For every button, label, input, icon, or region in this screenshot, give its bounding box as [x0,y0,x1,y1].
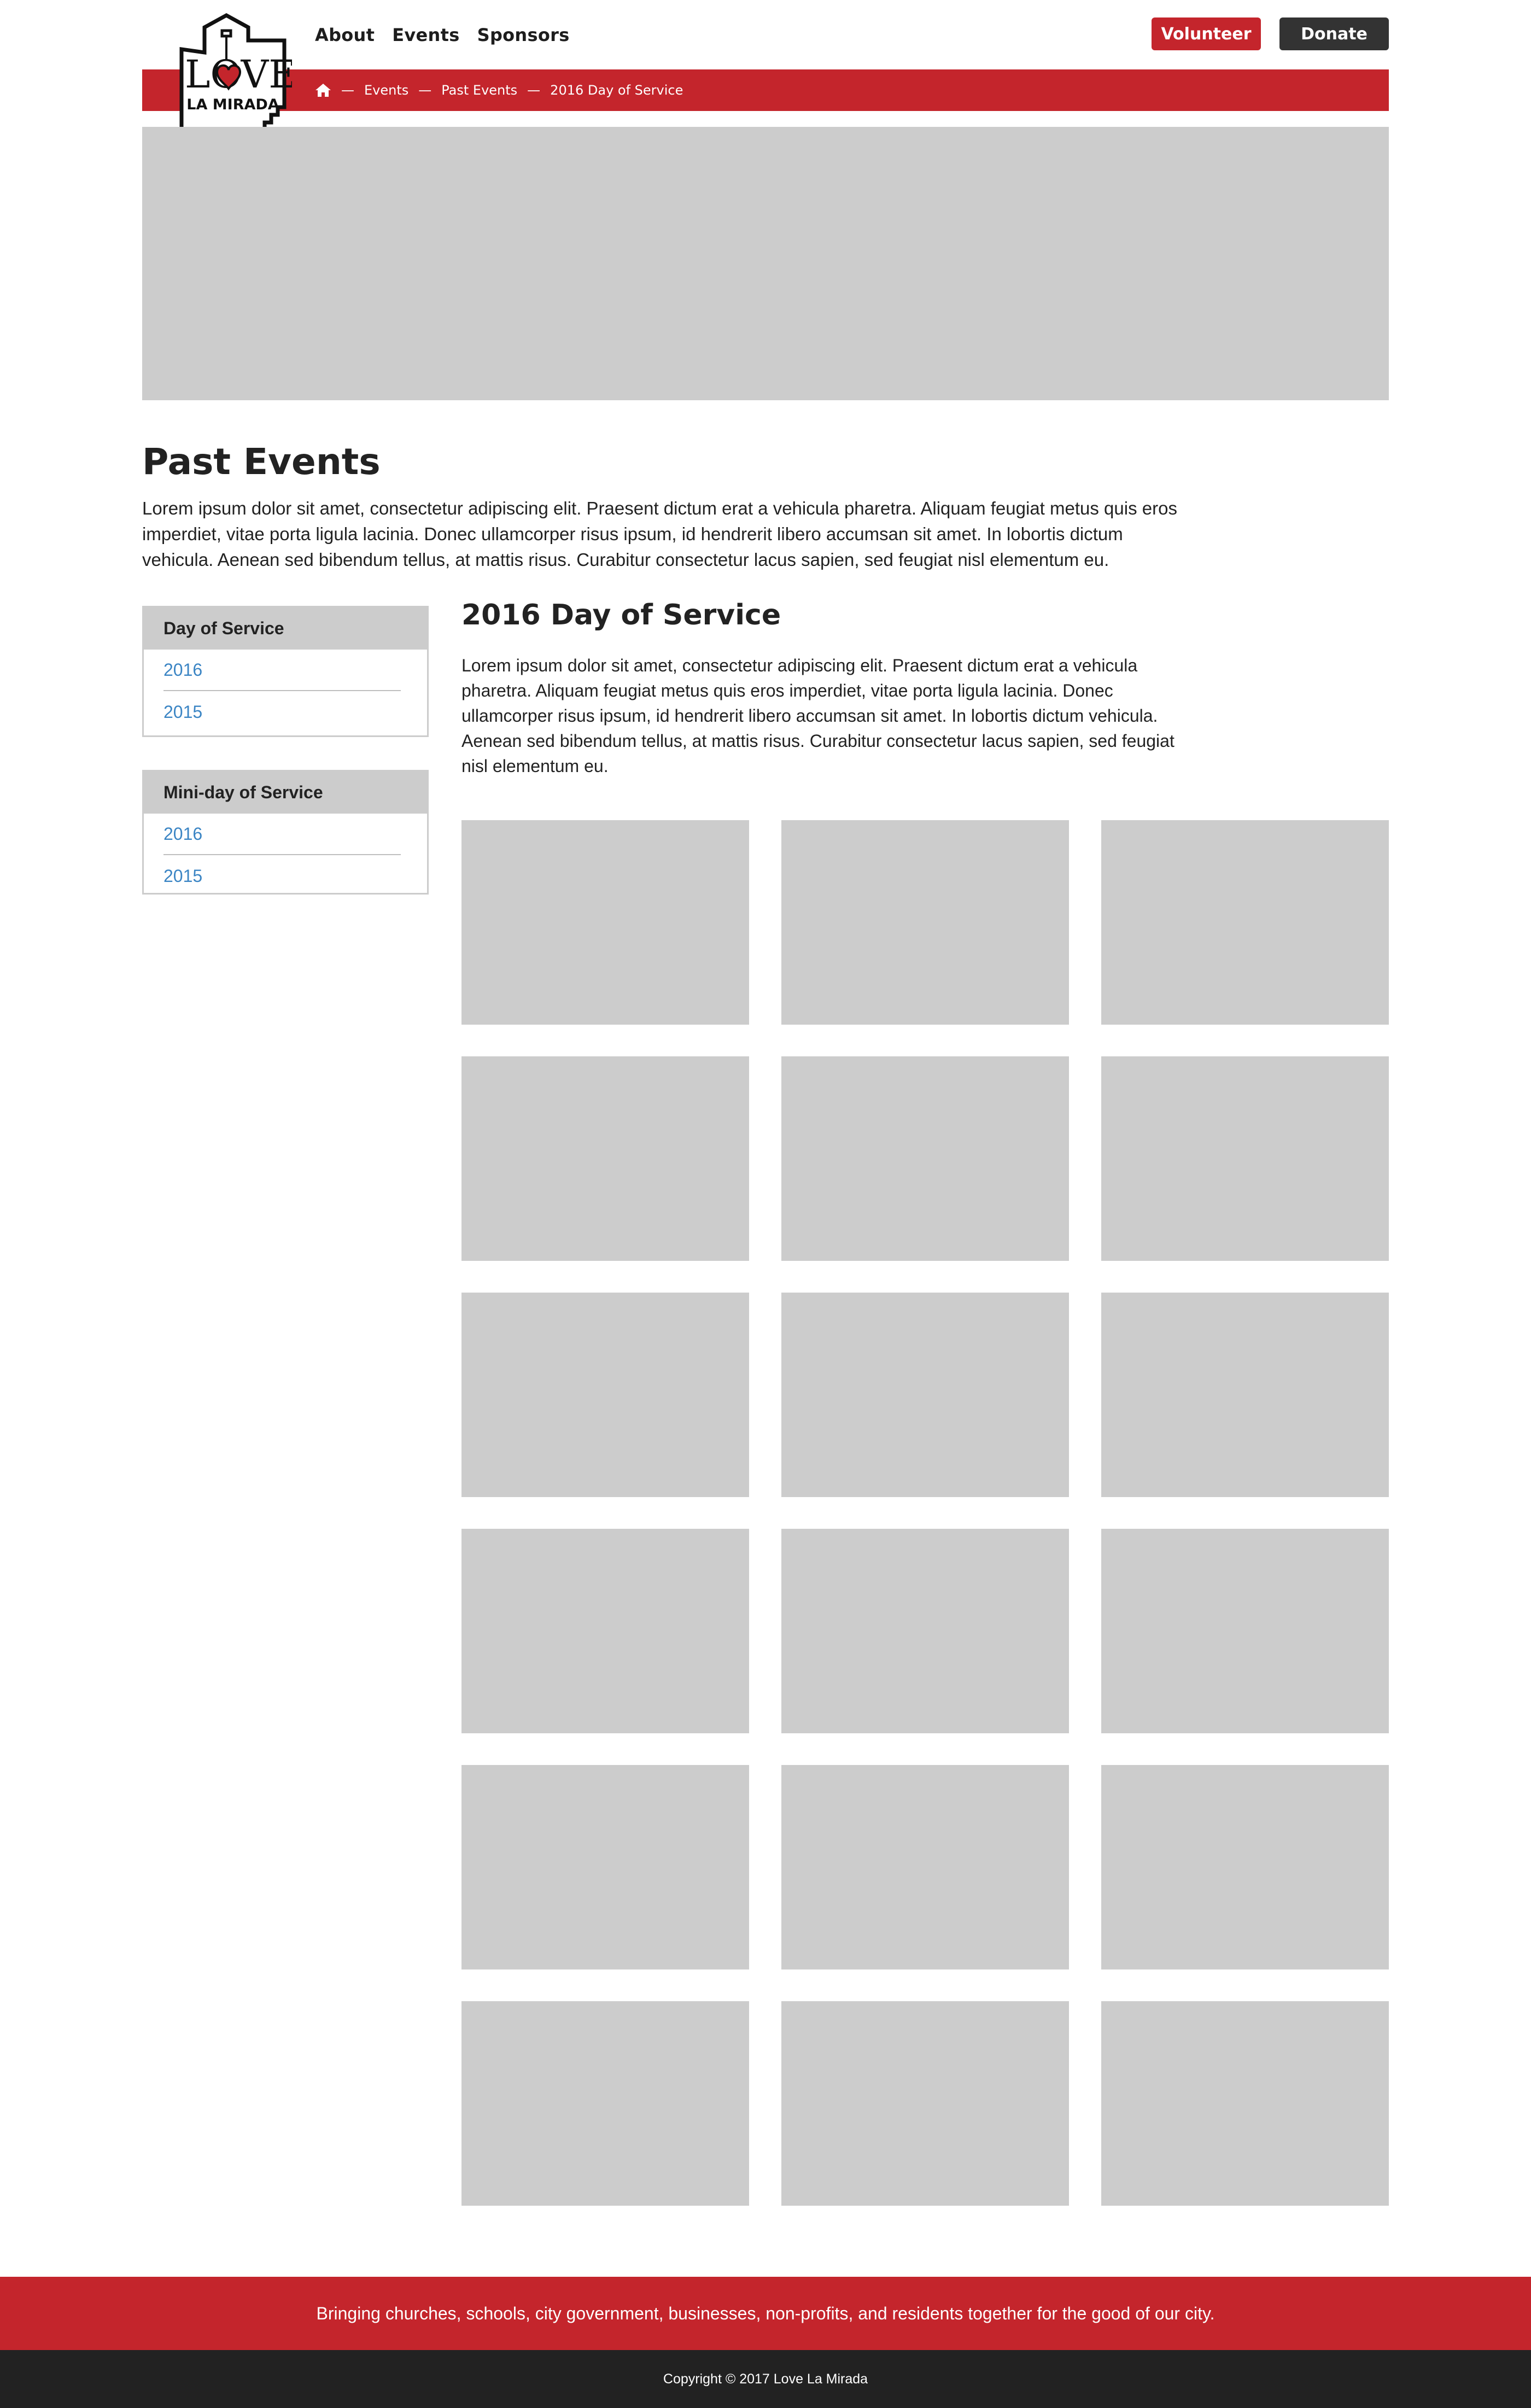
copyright-text: Copyright © 2017 Love La Mirada [663,2371,868,2387]
nav-events[interactable]: Events [392,22,459,48]
gallery-photo[interactable] [461,1765,749,1969]
gallery-photo[interactable] [781,1765,1069,1969]
footer-bottom-bar: Copyright © 2017 Love La Mirada [0,2350,1531,2408]
home-icon[interactable] [315,83,331,98]
nav-sponsors[interactable]: Sponsors [477,22,570,48]
gallery-photo[interactable] [1101,820,1389,1025]
sidebar-item-2016[interactable]: 2016 [163,814,401,855]
sidebar-group-title: Mini-day of Service [144,772,427,814]
gallery-photo[interactable] [461,820,749,1025]
breadcrumb-bar: — Events — Past Events — 2016 Day of Ser… [142,69,1389,111]
breadcrumb-events[interactable]: Events [364,83,408,98]
sidebar-group-title: Day of Service [144,607,427,650]
hero-image [142,127,1389,400]
sidebar-group-day-of-service: Day of Service 2016 2015 [142,606,429,737]
breadcrumb-separator: — [527,83,541,98]
photo-gallery [461,820,1389,2206]
gallery-photo[interactable] [1101,1765,1389,1969]
gallery-photo[interactable] [1101,1529,1389,1733]
gallery-photo[interactable] [781,2001,1069,2206]
sidebar-group-mini-day-of-service: Mini-day of Service 2016 2015 [142,770,429,895]
footer-tagline-band: Bringing churches, schools, city governm… [0,2277,1531,2350]
gallery-photo[interactable] [1101,2001,1389,2206]
page-title: Past Events [142,441,381,483]
main-nav: About Events Sponsors [315,22,570,48]
sidebar-item-2015[interactable]: 2015 [163,855,401,897]
breadcrumb-separator: — [418,83,432,98]
gallery-photo[interactable] [461,2001,749,2206]
breadcrumb-past-events[interactable]: Past Events [441,83,517,98]
gallery-photo[interactable] [781,1293,1069,1497]
logo-la-mirada-text: LA MIRADA [186,96,279,113]
event-description: Lorem ipsum dolor sit amet, consectetur … [461,656,1174,776]
gallery-photo[interactable] [1101,1293,1389,1497]
breadcrumb-separator: — [341,83,354,98]
site-header: — Events — Past Events — 2016 Day of Ser… [0,0,1531,142]
footer-tagline: Bringing churches, schools, city governm… [316,2303,1215,2323]
nav-about[interactable]: About [315,22,375,48]
gallery-photo[interactable] [781,1529,1069,1733]
volunteer-button[interactable]: Volunteer [1152,17,1261,50]
sidebar-item-2015[interactable]: 2015 [163,691,401,733]
event-title: 2016 Day of Service [461,599,781,632]
gallery-photo[interactable] [781,820,1069,1025]
gallery-photo[interactable] [1101,1056,1389,1261]
gallery-photo[interactable] [461,1293,749,1497]
sidebar-item-2016[interactable]: 2016 [163,650,401,691]
gallery-photo[interactable] [461,1529,749,1733]
breadcrumb-current: 2016 Day of Service [550,83,683,98]
donate-button[interactable]: Donate [1279,17,1389,50]
gallery-photo[interactable] [461,1056,749,1261]
gallery-photo[interactable] [781,1056,1069,1261]
logo-mark: LOVE LA MIRADA [179,13,292,138]
breadcrumb: — Events — Past Events — 2016 Day of Ser… [315,69,683,111]
page-intro: Lorem ipsum dolor sit amet, consectetur … [142,498,1177,570]
site-logo[interactable]: LOVE LA MIRADA [174,11,292,138]
